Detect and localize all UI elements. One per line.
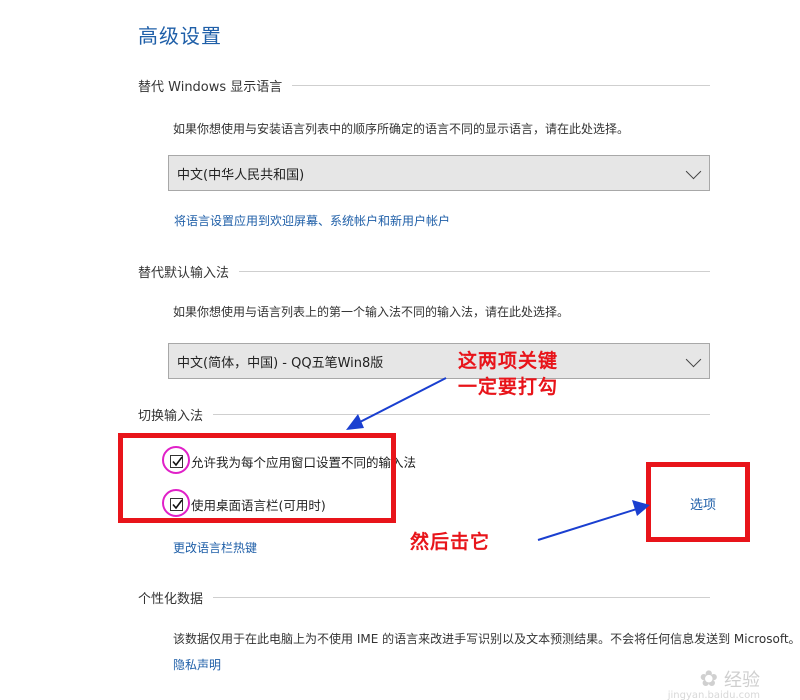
divider [213, 414, 710, 415]
display-language-heading: 替代 Windows 显示语言 [138, 76, 710, 95]
select-value: 中文(简体，中国) - QQ五笔Win8版 [177, 355, 384, 371]
privacy-statement-link[interactable]: 隐私声明 [173, 656, 221, 673]
watermark-text: 经验 [724, 670, 760, 691]
annotation-note-line1: 这两项关键 [458, 350, 559, 372]
section-heading-label: 个性化数据 [138, 592, 204, 607]
annotation-circle [162, 446, 190, 474]
input-method-heading: 替代默认输入法 [138, 262, 710, 281]
apply-language-settings-link[interactable]: 将语言设置应用到欢迎屏幕、系统帐户和新用户帐户 [174, 212, 450, 229]
paw-logo-icon: ✿ [699, 666, 718, 692]
input-method-select[interactable]: 中文(简体，中国) - QQ五笔Win8版 [168, 343, 710, 379]
annotation-box-options [646, 462, 750, 542]
watermark-url: jingyan.baidu.com [667, 690, 760, 700]
watermark: ✿ 经验 jingyan.baidu.com [668, 666, 760, 700]
display-language-desc: 如果你想使用与安装语言列表中的顺序所确定的语言不同的显示语言，请在此处选择。 [173, 122, 630, 136]
personal-data-desc: 该数据仅用于在此电脑上为不使用 IME 的语言来改进手写识别以及文本预测结果。不… [173, 632, 800, 646]
select-value: 中文(中华人民共和国) [177, 167, 305, 183]
divider [292, 85, 710, 86]
annotation-box-checkboxes [118, 433, 396, 523]
annotation-circle [162, 489, 190, 517]
annotation-note-click: 然后击它 [410, 531, 491, 553]
display-language-select[interactable]: 中文(中华人民共和国) [168, 155, 710, 191]
switch-input-heading: 切换输入法 [138, 405, 710, 424]
change-hotkey-link[interactable]: 更改语言栏热键 [173, 539, 257, 556]
chevron-down-icon [685, 351, 702, 367]
advanced-settings-page: 高级设置 替代 Windows 显示语言 如果你想使用与安装语言列表中的顺序所确… [0, 0, 800, 700]
annotation-note-line2: 一定要打勾 [458, 376, 559, 398]
arrow-icon [537, 507, 641, 541]
input-method-desc: 如果你想使用与语言列表上的第一个输入法不同的输入法，请在此处选择。 [173, 305, 570, 319]
divider [239, 271, 710, 272]
page-title: 高级设置 [138, 24, 222, 48]
section-heading-label: 切换输入法 [138, 409, 204, 424]
personal-data-heading: 个性化数据 [138, 588, 710, 607]
section-heading-label: 替代 Windows 显示语言 [138, 80, 283, 95]
chevron-down-icon [685, 163, 702, 179]
section-heading-label: 替代默认输入法 [138, 266, 230, 281]
divider [213, 597, 710, 598]
